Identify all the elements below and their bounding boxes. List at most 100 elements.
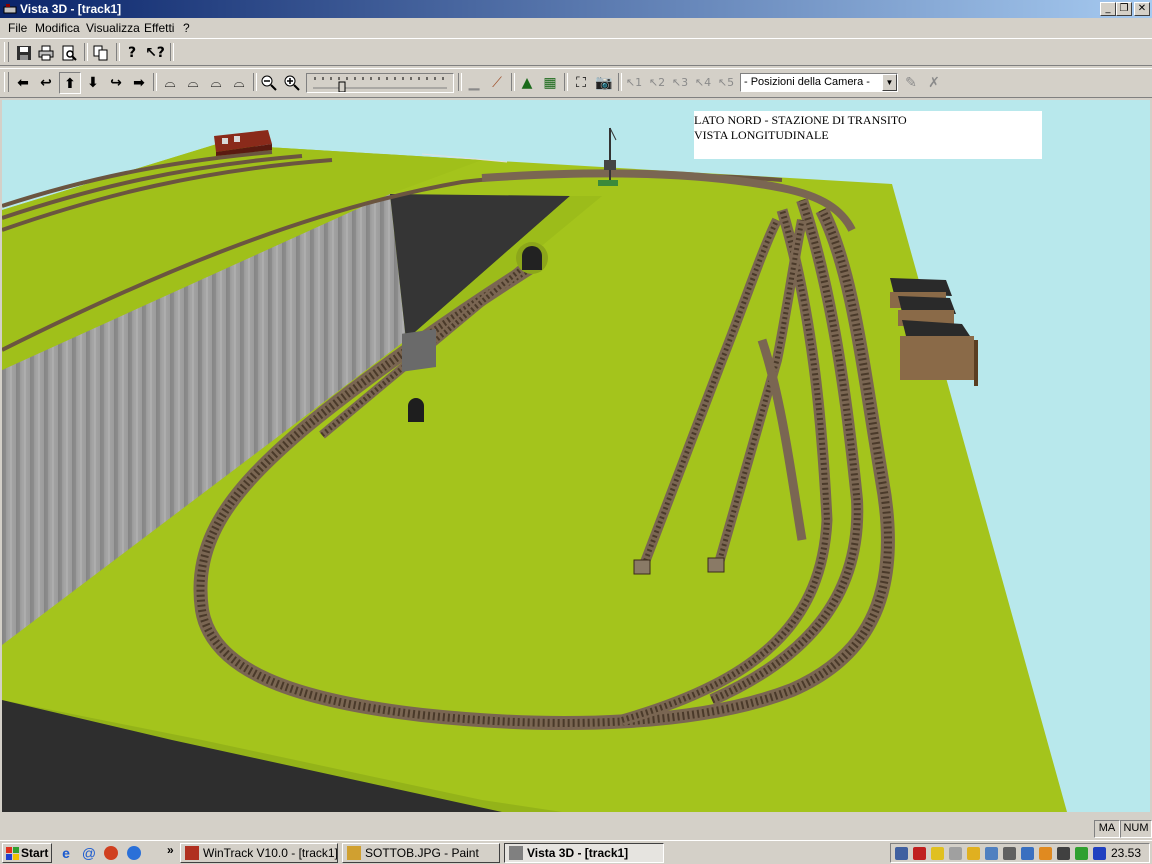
vista-3d-icon (509, 846, 523, 860)
fit-view-icon[interactable]: ⛶ (570, 72, 592, 94)
toolbar-separator (511, 73, 515, 91)
task-label: Vista 3D - [track1] (527, 846, 629, 860)
task-wintrack[interactable]: WinTrack V10.0 - [track1] (180, 843, 338, 863)
clock-sync-icon[interactable] (1057, 847, 1070, 860)
task-paint[interactable]: SOTTOB.JPG - Paint (342, 843, 500, 863)
arrow-left-icon[interactable]: ⬅ (12, 72, 34, 94)
toolbar-grip[interactable] (4, 42, 9, 62)
rotate-right-icon[interactable]: ↪ (105, 72, 127, 94)
toolbar-separator (564, 73, 568, 91)
recycle-icon[interactable] (1075, 847, 1088, 860)
toolbar-separator (458, 73, 462, 91)
save-icon[interactable] (13, 42, 35, 64)
toolbar-separator (170, 43, 174, 61)
camera-tilt-left-icon[interactable]: ⌓ (182, 72, 204, 94)
scene-caption: LATO NORD - STAZIONE DI TRANSITO VISTA L… (694, 111, 1042, 159)
monitor-icon[interactable] (1093, 847, 1106, 860)
chevron-down-icon[interactable]: ▼ (882, 74, 897, 91)
camera-tilt-right-icon[interactable]: ⌓ (205, 72, 227, 94)
print-preview-icon[interactable] (58, 42, 80, 64)
caption-line-1: LATO NORD - STAZIONE DI TRANSITO (694, 113, 907, 127)
start-label: Start (21, 846, 49, 860)
globe-icon[interactable] (1021, 847, 1034, 860)
antivirus-icon[interactable] (913, 847, 926, 860)
status-caps: MA (1094, 820, 1120, 838)
quicklaunch-more[interactable]: » (167, 843, 174, 857)
print-icon[interactable] (35, 42, 57, 64)
camera-positions-combo[interactable]: - Posizioni della Camera - ▼ (740, 73, 898, 92)
menu-help[interactable]: ? (183, 21, 190, 35)
tunnel-portal-upper (516, 242, 548, 274)
arrow-right-icon[interactable]: ➡ (128, 72, 150, 94)
shield-icon[interactable] (931, 847, 944, 860)
grid-icon[interactable]: ▦ (539, 72, 561, 94)
copy-icon[interactable] (90, 42, 112, 64)
toolbar-separator (253, 73, 257, 91)
menu-modifica[interactable]: Modifica (35, 21, 80, 35)
app-icon (3, 4, 17, 14)
context-help-icon[interactable]: ↖? (144, 42, 166, 64)
update-icon[interactable] (1039, 847, 1052, 860)
minimize-button[interactable]: _ (1100, 2, 1116, 16)
toolbar-separator (618, 73, 622, 91)
status-bar: MA NUM (0, 818, 1152, 840)
terrain-icon[interactable]: ▁ (463, 72, 485, 94)
close-button[interactable]: ✕ (1134, 2, 1150, 16)
camera-3-icon[interactable]: ↖3 (669, 72, 691, 94)
toolbar-separator (84, 43, 88, 61)
camera-5-icon[interactable]: ↖5 (715, 72, 737, 94)
toolbar-grip[interactable] (4, 72, 9, 92)
zoom-slider[interactable] (306, 73, 454, 93)
media-player-icon[interactable] (127, 846, 141, 860)
task-label: SOTTOB.JPG - Paint (365, 846, 479, 860)
status-num: NUM (1120, 820, 1152, 838)
toolbar-separator (116, 43, 120, 61)
camera-tilt-down-icon[interactable]: ⌓ (228, 72, 250, 94)
settings-icon[interactable] (949, 847, 962, 860)
media-icon[interactable] (104, 846, 118, 860)
landscape-icon[interactable]: ▲ (516, 72, 538, 94)
camera-edit-icon[interactable]: ✎ (900, 72, 922, 94)
title-bar: Vista 3D - [track1] _ ❐ ✕ (0, 0, 1152, 18)
zoom-in-icon[interactable] (281, 72, 303, 94)
camera-tilt-up-icon[interactable]: ⌓ (159, 72, 181, 94)
task-label: WinTrack V10.0 - [track1] (203, 846, 338, 860)
messenger-icon[interactable] (967, 847, 980, 860)
wintrack-icon (185, 846, 199, 860)
windows-logo-icon (6, 847, 19, 860)
camera-icon[interactable]: 📷 (593, 72, 615, 94)
track-tool-icon[interactable]: ⟋ (486, 72, 508, 94)
arrow-up-icon[interactable]: ⬆ (59, 72, 81, 94)
toolbar-standard: ? ↖? (0, 38, 1152, 66)
camera-1-icon[interactable]: ↖1 (623, 72, 645, 94)
toolbar-separator (153, 73, 157, 91)
rotate-left-icon[interactable]: ↩ (35, 72, 57, 94)
camera-positions-value: - Posizioni della Camera - (744, 76, 870, 88)
system-tray: 23.53 (890, 843, 1150, 863)
arrow-down-icon[interactable]: ⬇ (82, 72, 104, 94)
3d-viewport[interactable]: LATO NORD - STAZIONE DI TRANSITO VISTA L… (2, 100, 1150, 812)
clock: 23.53 (1110, 846, 1141, 860)
task-vista-3d[interactable]: Vista 3D - [track1] (504, 843, 664, 863)
paint-icon (347, 846, 361, 860)
caption-line-2: VISTA LONGITUDINALE (694, 128, 829, 142)
menu-bar: File Modifica Visualizza Effetti ? (0, 18, 1152, 38)
camera-2-icon[interactable]: ↖2 (646, 72, 668, 94)
outlook-express-icon[interactable]: @ (81, 845, 97, 861)
camera-delete-icon[interactable]: ✗ (923, 72, 945, 94)
network-icon[interactable] (895, 847, 908, 860)
volume-icon[interactable] (1003, 847, 1016, 860)
maximize-button[interactable]: ❐ (1116, 2, 1132, 16)
window-title: Vista 3D - [track1] (20, 2, 122, 16)
zoom-out-icon[interactable] (258, 72, 280, 94)
menu-file[interactable]: File (8, 21, 27, 35)
menu-visualizza[interactable]: Visualizza (86, 21, 140, 35)
start-button[interactable]: Start (2, 843, 52, 863)
menu-effetti[interactable]: Effetti (144, 21, 174, 35)
toolbar-3d: ⬅ ↩ ⬆ ⬇ ↪ ➡ ⌓ ⌓ ⌓ ⌓ ▁ ⟋ ▲ ▦ ⛶ 📷 ↖1 ↖2 ↖3… (0, 68, 1152, 98)
help-icon[interactable]: ? (121, 42, 143, 64)
taskbar: Start e @ » WinTrack V10.0 - [track1] SO… (0, 840, 1152, 864)
camera-4-icon[interactable]: ↖4 (692, 72, 714, 94)
connection-icon[interactable] (985, 847, 998, 860)
internet-explorer-icon[interactable]: e (58, 845, 74, 861)
